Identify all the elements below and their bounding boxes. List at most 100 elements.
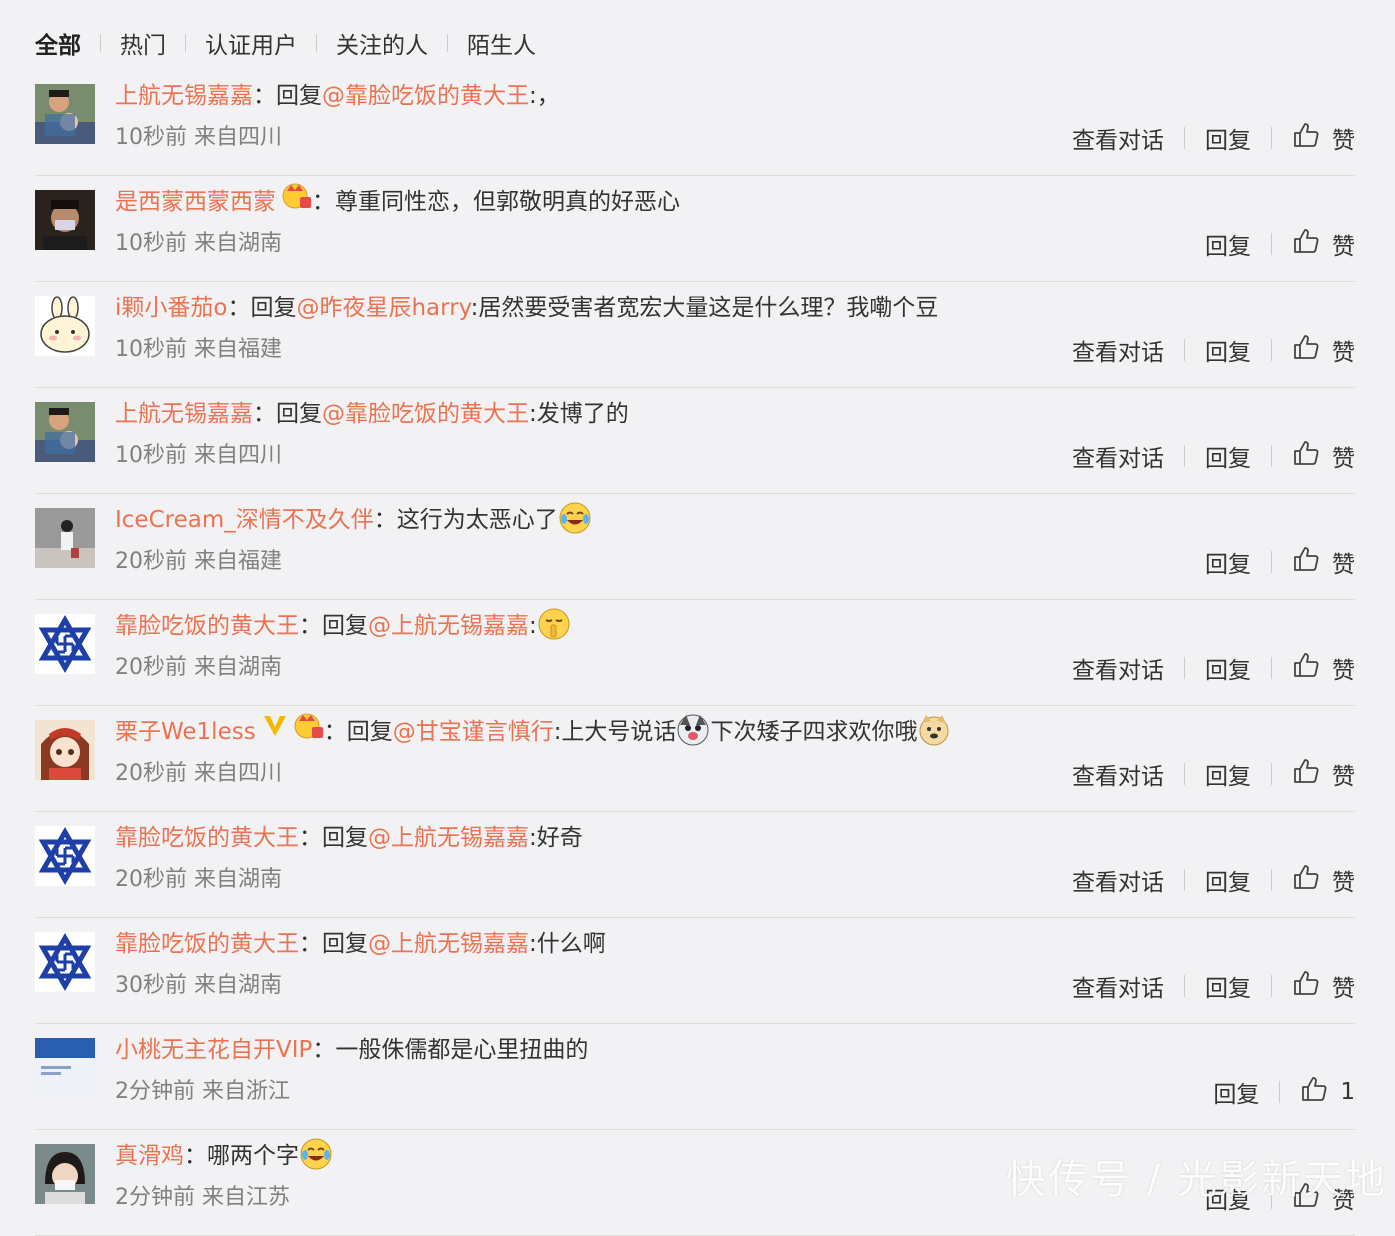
reply-button[interactable]: 回复 xyxy=(1205,757,1251,791)
avatar[interactable] xyxy=(35,614,95,674)
tab-all[interactable]: 全部 xyxy=(35,26,81,60)
avatar[interactable] xyxy=(35,84,95,144)
reply-prefix: 回复 xyxy=(322,931,368,957)
reply-button[interactable]: 回复 xyxy=(1205,121,1251,155)
reply-button[interactable]: 回复 xyxy=(1205,545,1251,579)
like-button[interactable]: 赞 xyxy=(1292,121,1355,155)
mention-link[interactable]: @靠脸吃饭的黄大王 xyxy=(322,83,529,109)
colon: ： xyxy=(323,719,347,745)
mention-link[interactable]: @甘宝谨言慎行 xyxy=(393,719,554,745)
comment-item: 靠脸吃饭的黄大王：回复@上航无锡嘉嘉:好奇 20秒前 来自湖南 查看对话 回复赞 xyxy=(35,812,1355,918)
username-link[interactable]: 真滑鸡 xyxy=(115,1143,184,1169)
mention-link[interactable]: @上航无锡嘉嘉 xyxy=(368,931,529,957)
comment-item: 是西蒙西蒙西蒙 ：尊重同性恋，但郭敬明真的好恶心 10秒前 来自湖南 回复 赞 xyxy=(35,176,1355,282)
laugh-cry-emoji xyxy=(558,502,592,533)
tab-strangers[interactable]: 陌生人 xyxy=(467,26,536,60)
reply-button[interactable]: 回复 xyxy=(1205,333,1251,367)
action-divider xyxy=(1271,975,1272,997)
like-button[interactable]: 赞 xyxy=(1292,969,1355,1003)
username-link[interactable]: 栗子We1less xyxy=(115,719,256,745)
avatar[interactable] xyxy=(35,190,95,250)
comment-meta: 30秒前 来自湖南 xyxy=(115,973,282,998)
username-link[interactable]: 靠脸吃饭的黄大王 xyxy=(115,825,299,851)
reply-button[interactable]: 回复 xyxy=(1205,863,1251,897)
username-link[interactable]: 是西蒙西蒙西蒙 xyxy=(115,189,276,215)
mention-link[interactable]: @靠脸吃饭的黄大王 xyxy=(322,401,529,427)
comment-item: 靠脸吃饭的黄大王：回复@上航无锡嘉嘉:什么啊 30秒前 来自湖南 查看对话 回复赞 xyxy=(35,918,1355,1024)
view-conversation-button[interactable]: 查看对话 xyxy=(1072,121,1164,155)
reply-prefix: 回复 xyxy=(346,719,393,745)
view-conversation-button[interactable]: 查看对话 xyxy=(1072,757,1164,791)
thumbs-up-icon xyxy=(1300,1075,1328,1109)
reply-prefix: 回复 xyxy=(322,825,368,851)
tab-following[interactable]: 关注的人 xyxy=(336,26,428,60)
comment-item: 小桃无主花自开VIP：一般侏儒都是心里扭曲的 2分钟前 来自浙江 回复 1 xyxy=(35,1024,1355,1130)
colon: ： xyxy=(299,613,322,639)
comment-actions: 查看对话 回复 赞 xyxy=(1072,334,1355,366)
username-link[interactable]: 靠脸吃饭的黄大王 xyxy=(115,931,299,957)
comment-item: 上航无锡嘉嘉：回复@靠脸吃饭的黄大王:发博了的 10秒前 来自四川 查看对话 回复赞 xyxy=(35,388,1355,494)
view-conversation-button[interactable]: 查看对话 xyxy=(1072,333,1164,367)
comment-text: 这行为太恶心了 xyxy=(396,507,558,533)
comment-item: i颗小番茄o：回复@昨夜星辰harry:居然要受害者宽宏大量这是什么理？我嘞个豆… xyxy=(35,282,1355,388)
username-link[interactable]: 上航无锡嘉嘉 xyxy=(115,83,253,109)
comment-text: 尊重同性恋，但郭敬明真的好恶心 xyxy=(335,189,680,215)
view-conversation-button[interactable]: 查看对话 xyxy=(1072,863,1164,897)
action-divider xyxy=(1271,233,1272,255)
like-button[interactable]: 赞 xyxy=(1292,333,1355,367)
reply-button[interactable]: 回复 xyxy=(1205,969,1251,1003)
action-divider xyxy=(1279,1081,1281,1103)
comment-meta: 10秒前 来自福建 xyxy=(115,337,282,362)
like-button[interactable]: 赞 xyxy=(1292,863,1355,897)
thumbs-up-icon xyxy=(1292,333,1320,367)
tab-divider xyxy=(316,34,317,52)
shush-emoji xyxy=(537,608,571,639)
view-conversation-button[interactable]: 查看对话 xyxy=(1072,439,1164,473)
avatar[interactable] xyxy=(35,402,95,462)
avatar[interactable] xyxy=(35,1038,95,1098)
mention-link[interactable]: @昨夜星辰harry xyxy=(296,295,470,321)
action-divider xyxy=(1184,127,1185,149)
action-divider xyxy=(1184,869,1185,891)
reply-button[interactable]: 回复 xyxy=(1205,439,1251,473)
like-label: 赞 xyxy=(1332,658,1355,684)
username-link[interactable]: 上航无锡嘉嘉 xyxy=(115,401,253,427)
tab-verified[interactable]: 认证用户 xyxy=(205,26,297,60)
avatar[interactable] xyxy=(35,932,95,992)
like-button[interactable]: 1 xyxy=(1300,1075,1355,1109)
username-link[interactable]: 靠脸吃饭的黄大王 xyxy=(115,613,299,639)
view-conversation-button[interactable]: 查看对话 xyxy=(1072,969,1164,1003)
reply-button[interactable]: 回复 xyxy=(1213,1075,1259,1109)
crown-icon xyxy=(282,181,312,220)
like-button[interactable]: 赞 xyxy=(1292,545,1355,579)
avatar[interactable] xyxy=(35,508,95,568)
comment-item: 靠脸吃饭的黄大王：回复@上航无锡嘉嘉: 20秒前 来自湖南 查看对话 回复赞 xyxy=(35,600,1355,706)
like-button[interactable]: 赞 xyxy=(1292,757,1355,791)
avatar[interactable] xyxy=(35,1144,95,1204)
username-link[interactable]: 小桃无主花自开VIP xyxy=(115,1037,312,1063)
comment-line: 上航无锡嘉嘉：回复@靠脸吃饭的黄大王:发博了的 xyxy=(115,396,629,432)
mention-link[interactable]: @上航无锡嘉嘉 xyxy=(368,825,529,851)
like-button[interactable]: 赞 xyxy=(1292,651,1355,685)
username-link[interactable]: i颗小番茄o xyxy=(115,295,227,321)
verified-v-icon xyxy=(262,712,288,749)
avatar[interactable] xyxy=(35,720,95,780)
thumbs-up-icon xyxy=(1292,863,1320,897)
mention-link[interactable]: @上航无锡嘉嘉 xyxy=(368,613,529,639)
like-label: 赞 xyxy=(1332,446,1355,472)
avatar[interactable] xyxy=(35,826,95,886)
like-button[interactable]: 赞 xyxy=(1292,227,1355,261)
tab-hot[interactable]: 热门 xyxy=(120,26,166,60)
comment-line: 靠脸吃饭的黄大王：回复@上航无锡嘉嘉: xyxy=(115,608,571,644)
like-button[interactable]: 赞 xyxy=(1292,439,1355,473)
action-divider xyxy=(1184,975,1185,997)
comment-actions: 查看对话 回复 赞 xyxy=(1072,758,1355,790)
colon: ： xyxy=(299,825,322,851)
avatar[interactable] xyxy=(35,296,95,356)
comment-meta: 20秒前 来自福建 xyxy=(115,549,282,574)
reply-button[interactable]: 回复 xyxy=(1205,651,1251,685)
reply-button[interactable]: 回复 xyxy=(1205,227,1251,261)
username-link[interactable]: IceCream_深情不及久伴 xyxy=(115,507,374,533)
comment-line: 是西蒙西蒙西蒙 ：尊重同性恋，但郭敬明真的好恶心 xyxy=(115,181,680,220)
view-conversation-button[interactable]: 查看对话 xyxy=(1072,651,1164,685)
